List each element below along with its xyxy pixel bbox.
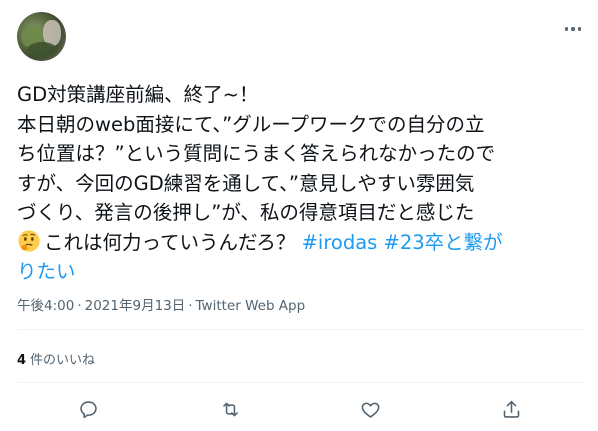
tweet-line: づくり、発言の後押し”が、私の得意項目だと感じた: [17, 201, 475, 224]
reply-button[interactable]: [75, 396, 101, 422]
tweet-time[interactable]: 午後4:00: [17, 298, 74, 314]
hashtag-23sotsu-link-part2[interactable]: りたい: [17, 260, 76, 283]
tweet-actions-bar: [0, 396, 598, 422]
hashtag-irodas-link[interactable]: #irodas: [302, 231, 378, 254]
like-button[interactable]: [357, 396, 383, 422]
thinking-face-icon: [18, 229, 40, 252]
likes-count: 4: [17, 353, 27, 368]
divider: [17, 329, 585, 330]
tweet-date[interactable]: 2021年9月13日: [85, 298, 186, 314]
likes-count-link[interactable]: 4 件のいいね: [17, 349, 95, 368]
retweet-button[interactable]: [217, 396, 243, 422]
tweet-text: GD対策講座前編、終了~！ 本日朝のweb面接にて、”グループワークでの自分の立…: [17, 80, 585, 287]
tweet-line: 本日朝のweb面接にて、”グループワークでの自分の立: [17, 112, 485, 136]
reply-icon: [79, 400, 97, 418]
tweet-card: GD対策講座前編、終了~！ 本日朝のweb面接にて、”グループワークでの自分の立…: [0, 0, 598, 431]
tweet-line-text: これは何力っていうんだろ？: [44, 230, 296, 254]
divider: [17, 382, 585, 383]
tweet-line: りたい: [17, 257, 585, 287]
tweet-line: すが、今回のGD練習を通して、”意見しやすい雰囲気: [17, 171, 475, 195]
more-options-button[interactable]: [560, 20, 586, 38]
meta-separator: ·: [188, 298, 193, 314]
retweet-icon: [222, 402, 238, 416]
heart-icon: [361, 402, 379, 418]
tweet-line: GD対策講座前編、終了~！: [17, 83, 259, 106]
share-icon: [503, 400, 519, 418]
hashtag-23sotsu-link-part1[interactable]: #23卒と繋が: [384, 231, 503, 254]
more-horizontal-icon: [564, 27, 569, 31]
share-button[interactable]: [498, 396, 524, 422]
tweet-source-link[interactable]: Twitter Web App: [196, 298, 306, 314]
avatar[interactable]: [17, 12, 66, 61]
likes-label: 件のいいね: [30, 353, 96, 368]
tweet-line: ち位置は？”という質問にうまく答えられなかったので: [17, 142, 496, 165]
meta-separator: ·: [77, 298, 82, 314]
tweet-meta: 午後4:00 · 2021年9月13日 · Twitter Web App: [17, 294, 305, 314]
tweet-line: これは何力っていうんだろ？ #irodas #23卒と繋が: [17, 228, 585, 258]
